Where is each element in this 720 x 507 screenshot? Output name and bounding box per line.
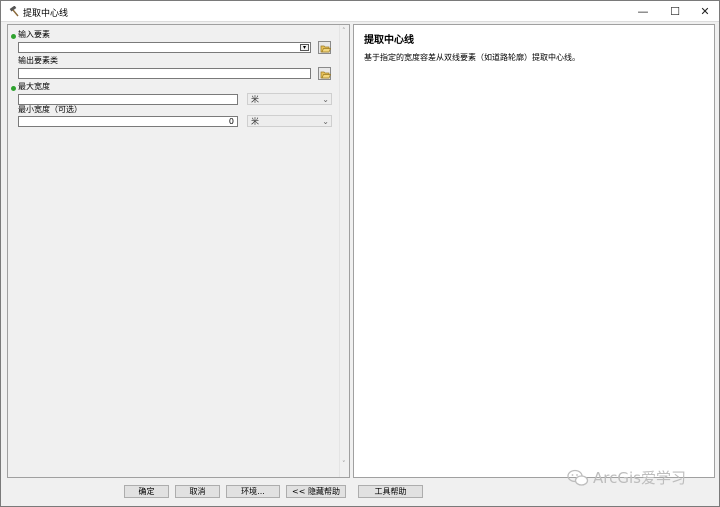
tool-help-button[interactable]: 工具帮助 xyxy=(358,485,423,498)
maximize-button[interactable]: ☐ xyxy=(660,1,690,22)
required-indicator-icon xyxy=(11,86,16,91)
help-description: 基于指定的宽度容差从双线要素（如道路轮廓）提取中心线。 xyxy=(364,53,580,62)
minimize-button[interactable]: — xyxy=(628,1,658,22)
min-width-label: 最小宽度（可选） xyxy=(18,105,82,114)
output-feature-class-input[interactable] xyxy=(18,68,311,79)
watermark: ArcGis爱学习 xyxy=(567,467,686,488)
min-width-unit: 米 xyxy=(251,117,259,126)
input-features-label: 输入要素 xyxy=(18,30,50,39)
chevron-down-icon: ⌄ xyxy=(322,117,329,126)
min-width-value: 0 xyxy=(228,117,234,126)
chevron-down-icon: ⌄ xyxy=(322,95,329,104)
browse-output-button[interactable] xyxy=(318,67,331,80)
combo-dropdown-icon[interactable]: ▾ xyxy=(300,44,309,51)
cancel-button[interactable]: 取消 xyxy=(175,485,220,498)
window-title: 提取中心线 xyxy=(23,9,69,19)
parameters-scrollbar[interactable]: ˄ ˅ xyxy=(339,25,349,477)
max-width-input[interactable] xyxy=(18,94,238,105)
wechat-icon xyxy=(567,469,589,486)
help-title: 提取中心线 xyxy=(364,35,414,46)
max-width-unit-select[interactable]: 米 ⌄ xyxy=(247,93,332,105)
parameters-panel: 输入要素 ▾ 输出要素类 最大宽度 米 ⌄ 最小宽度（可选） 0 米 ⌄ ˄ ˅ xyxy=(7,24,350,478)
close-button[interactable]: ✕ xyxy=(690,1,720,22)
open-folder-icon xyxy=(320,45,331,53)
browse-input-button[interactable] xyxy=(318,41,331,54)
hammer-icon xyxy=(9,6,19,17)
output-feature-class-label: 输出要素类 xyxy=(18,56,58,65)
scroll-up-icon[interactable]: ˄ xyxy=(342,28,346,35)
environments-button[interactable]: 环境... xyxy=(226,485,280,498)
tool-dialog-window: 提取中心线 — ☐ ✕ 输入要素 ▾ 输出要素类 最大宽度 米 ⌄ 最小宽度（可… xyxy=(0,0,720,507)
max-width-unit: 米 xyxy=(251,95,259,104)
ok-button[interactable]: 确定 xyxy=(124,485,169,498)
hide-help-button[interactable]: << 隐藏帮助 xyxy=(286,485,346,498)
min-width-input[interactable]: 0 xyxy=(18,116,238,127)
max-width-label: 最大宽度 xyxy=(18,82,50,91)
scroll-down-icon[interactable]: ˅ xyxy=(342,461,346,468)
help-panel: 提取中心线 基于指定的宽度容差从双线要素（如道路轮廓）提取中心线。 xyxy=(353,24,715,478)
title-bar[interactable]: 提取中心线 — ☐ ✕ xyxy=(1,1,719,22)
input-features-combobox[interactable]: ▾ xyxy=(18,42,311,53)
watermark-text: ArcGis爱学习 xyxy=(593,469,686,487)
open-folder-icon xyxy=(320,71,331,79)
min-width-unit-select[interactable]: 米 ⌄ xyxy=(247,115,332,127)
required-indicator-icon xyxy=(11,34,16,39)
